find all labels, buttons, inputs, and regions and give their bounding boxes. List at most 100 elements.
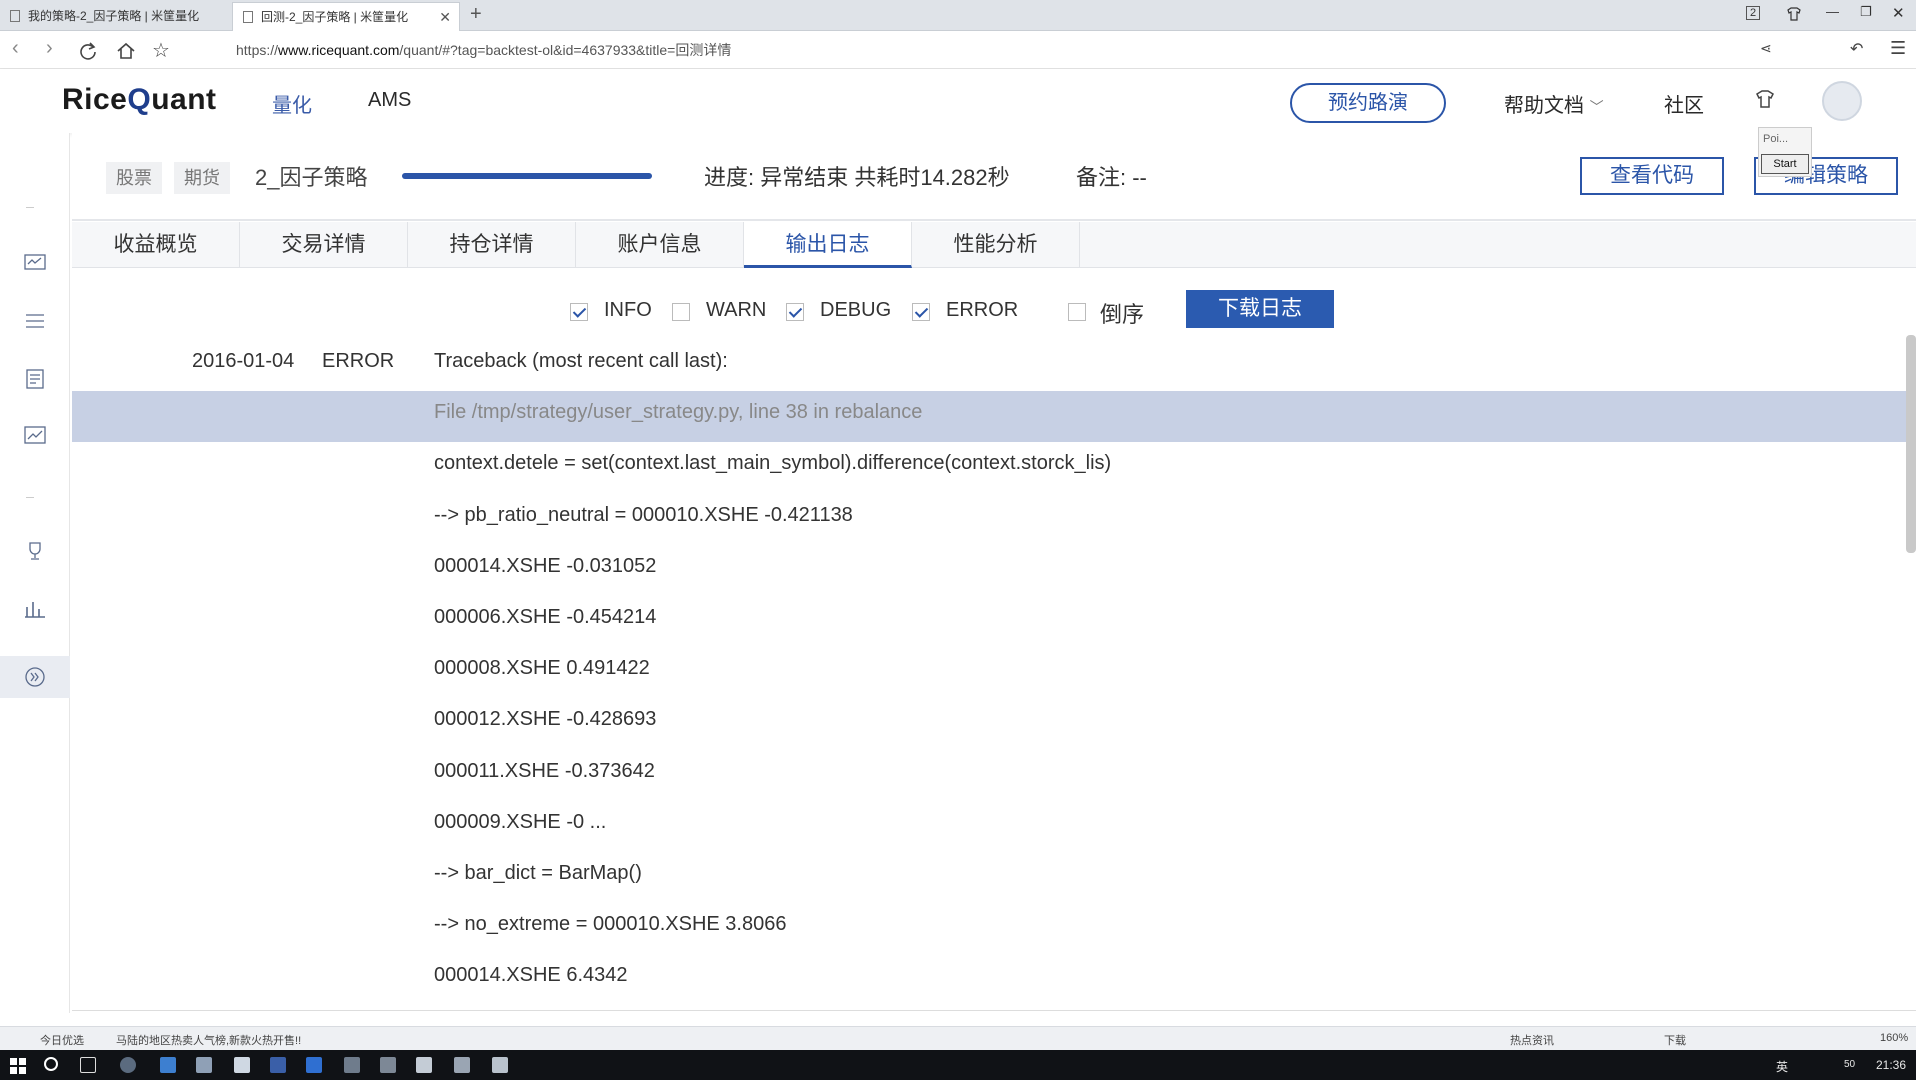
log-row[interactable]: 000014.XSHE 6.4342 bbox=[72, 954, 1908, 1005]
app-icon[interactable] bbox=[416, 1057, 432, 1073]
debug-checkbox[interactable] bbox=[786, 303, 804, 321]
tab-position-details[interactable]: 持仓详情 bbox=[408, 222, 576, 268]
error-checkbox[interactable] bbox=[912, 303, 930, 321]
log-row[interactable]: 000009.XSHE -0 ... bbox=[72, 801, 1908, 852]
nav-ams[interactable]: AMS bbox=[368, 89, 411, 112]
detail-tabs: 收益概览 交易详情 持仓详情 账户信息 输出日志 性能分析 bbox=[72, 222, 1916, 268]
browser-tab-backtest[interactable]: 回测-2_因子策略 | 米筐量化 ✕ bbox=[232, 2, 460, 31]
nav-help-docs[interactable]: 帮助文档 ﹀ bbox=[1504, 89, 1604, 118]
address-bar: ‹ › ☆ https://www.ricequant.com/quant/#?… bbox=[0, 31, 1916, 69]
zoom-level[interactable]: 160% bbox=[1880, 1032, 1908, 1044]
shirt-skin-icon[interactable] bbox=[1786, 7, 1802, 21]
warn-checkbox[interactable] bbox=[672, 303, 690, 321]
bar-chart-icon[interactable] bbox=[24, 599, 46, 619]
log-row[interactable]: context.detele = set(context.last_main_s… bbox=[72, 442, 1908, 493]
today-picks[interactable]: 今日优选 bbox=[40, 1032, 84, 1048]
restore-icon[interactable]: ❐ bbox=[1860, 4, 1872, 20]
log-message: 000006.XSHE -0.454214 bbox=[434, 606, 657, 628]
bookmark-star-icon[interactable]: ☆ bbox=[152, 38, 170, 63]
app-icon[interactable] bbox=[306, 1057, 322, 1073]
tab-account-info[interactable]: 账户信息 bbox=[576, 222, 744, 268]
home-icon[interactable] bbox=[116, 41, 136, 61]
strategy-name: 2_因子策略 bbox=[255, 165, 368, 190]
forward-icon[interactable]: › bbox=[46, 37, 53, 60]
url-field[interactable]: https://www.ricequant.com/quant/#?tag=ba… bbox=[236, 31, 731, 69]
log-output: 2016-01-04 ERROR Traceback (most recent ca… bbox=[72, 340, 1908, 1010]
expand-double-chevron-icon bbox=[25, 667, 45, 687]
input-method-indicator[interactable]: 英 bbox=[1776, 1058, 1788, 1075]
recorder-widget: Poi... Start bbox=[1758, 127, 1812, 177]
log-scrollbar[interactable] bbox=[1906, 335, 1916, 553]
monitor-chart-icon[interactable] bbox=[24, 253, 46, 273]
app-icon[interactable] bbox=[380, 1057, 396, 1073]
share-icon[interactable]: ⋖ bbox=[1760, 40, 1772, 57]
app-icon[interactable] bbox=[270, 1057, 286, 1073]
tab-output-log[interactable]: 输出日志 bbox=[744, 222, 912, 268]
log-row[interactable]: 000006.XSHE -0.454214 bbox=[72, 596, 1908, 647]
app-icon[interactable] bbox=[196, 1057, 212, 1073]
task-view-icon[interactable] bbox=[80, 1057, 96, 1073]
log-message: 000014.XSHE 6.4342 bbox=[434, 964, 628, 987]
back-icon[interactable]: ‹ bbox=[12, 37, 19, 60]
log-row[interactable]: File /tmp/strategy/user_strategy.py, lin… bbox=[72, 391, 1908, 443]
sidebar-expand-item[interactable] bbox=[0, 656, 70, 698]
explorer-app-icon[interactable] bbox=[160, 1057, 176, 1073]
futures-tag[interactable]: 期货 bbox=[174, 162, 230, 194]
window-count-badge[interactable]: 2 bbox=[1746, 6, 1761, 20]
reverse-order-label: 倒序 bbox=[1100, 302, 1145, 327]
search-icon[interactable] bbox=[44, 1057, 58, 1071]
ricequant-logo[interactable]: RiceQuant bbox=[62, 83, 217, 117]
nav-community[interactable]: 社区 bbox=[1664, 89, 1704, 118]
log-message: 000008.XSHE 0.491422 bbox=[434, 657, 650, 680]
undo-icon[interactable]: ↶ bbox=[1850, 39, 1863, 59]
log-row[interactable]: 000012.XSHE -0.428693 bbox=[72, 698, 1908, 749]
logo-text-q: Q bbox=[127, 83, 152, 116]
reload-icon[interactable] bbox=[78, 41, 98, 61]
nav-quant[interactable]: 量化 bbox=[272, 89, 312, 118]
news-ticker[interactable]: 马陆的地区热卖人气榜,新款火热开售!! bbox=[116, 1032, 301, 1048]
info-checkbox[interactable] bbox=[570, 303, 588, 321]
url-domain: www.ricequant.com bbox=[278, 42, 400, 58]
new-tab-icon[interactable]: + bbox=[470, 3, 482, 26]
log-row[interactable]: 000008.XSHE 0.491422 bbox=[72, 647, 1908, 698]
menu-icon[interactable]: ☰ bbox=[1890, 38, 1906, 59]
log-row[interactable]: 2016-01-04 ERROR Traceback (most recent ca… bbox=[72, 340, 1908, 391]
list-icon[interactable] bbox=[24, 311, 46, 331]
app-icon[interactable] bbox=[344, 1057, 360, 1073]
tshirt-icon[interactable] bbox=[1754, 89, 1776, 109]
stock-tag[interactable]: 股票 bbox=[106, 162, 162, 194]
book-demo-button[interactable]: 预约路演 bbox=[1290, 83, 1446, 123]
log-row[interactable]: 000011.XSHE -0.373642 bbox=[72, 750, 1908, 801]
tab-performance-analysis[interactable]: 性能分析 bbox=[912, 222, 1080, 268]
log-level: ERROR bbox=[322, 350, 395, 372]
log-row[interactable]: 000014.XSHE -0.031052 bbox=[72, 545, 1908, 596]
app-icon[interactable] bbox=[454, 1057, 470, 1073]
battery-level[interactable]: 50 bbox=[1844, 1059, 1855, 1070]
reverse-order-checkbox[interactable] bbox=[1068, 303, 1086, 321]
windows-start-icon[interactable] bbox=[10, 1058, 26, 1074]
close-tab-icon[interactable]: ✕ bbox=[439, 3, 451, 31]
clock[interactable]: 21:36 bbox=[1876, 1058, 1906, 1072]
window-close-icon[interactable]: ✕ bbox=[1892, 4, 1905, 22]
browser-tab-my-strategy[interactable]: 我的策略-2_因子策略 | 米筐量化 bbox=[0, 2, 230, 31]
app-icon[interactable] bbox=[234, 1057, 250, 1073]
tab-returns-overview[interactable]: 收益概览 bbox=[72, 222, 240, 268]
minimize-icon[interactable]: — bbox=[1826, 4, 1839, 19]
recorder-start-button[interactable]: Start bbox=[1761, 154, 1809, 174]
trophy-icon[interactable] bbox=[24, 541, 46, 561]
line-chart-icon[interactable] bbox=[24, 425, 46, 445]
browser-tab-bar: 我的策略-2_因子策略 | 米筐量化 回测-2_因子策略 | 米筐量化 ✕ + … bbox=[0, 0, 1916, 31]
view-code-button[interactable]: 查看代码 bbox=[1580, 157, 1724, 195]
log-row[interactable]: --> bar_dict = BarMap() bbox=[72, 852, 1908, 903]
browser-app-icon[interactable] bbox=[120, 1057, 136, 1073]
app-icon[interactable] bbox=[492, 1057, 508, 1073]
log-row[interactable]: --> no_extreme = 000010.XSHE 3.8066 bbox=[72, 903, 1908, 954]
hot-news[interactable]: 热点资讯 bbox=[1510, 1032, 1554, 1048]
url-prefix: https:// bbox=[236, 42, 279, 58]
log-row[interactable]: --> pb_ratio_neutral = 000010.XSHE -0.42… bbox=[72, 494, 1908, 545]
document-list-icon[interactable] bbox=[24, 369, 46, 389]
download-status[interactable]: 下载 bbox=[1664, 1032, 1686, 1048]
user-avatar[interactable] bbox=[1822, 81, 1862, 121]
download-log-button[interactable]: 下载日志 bbox=[1186, 290, 1334, 328]
tab-trade-details[interactable]: 交易详情 bbox=[240, 222, 408, 268]
